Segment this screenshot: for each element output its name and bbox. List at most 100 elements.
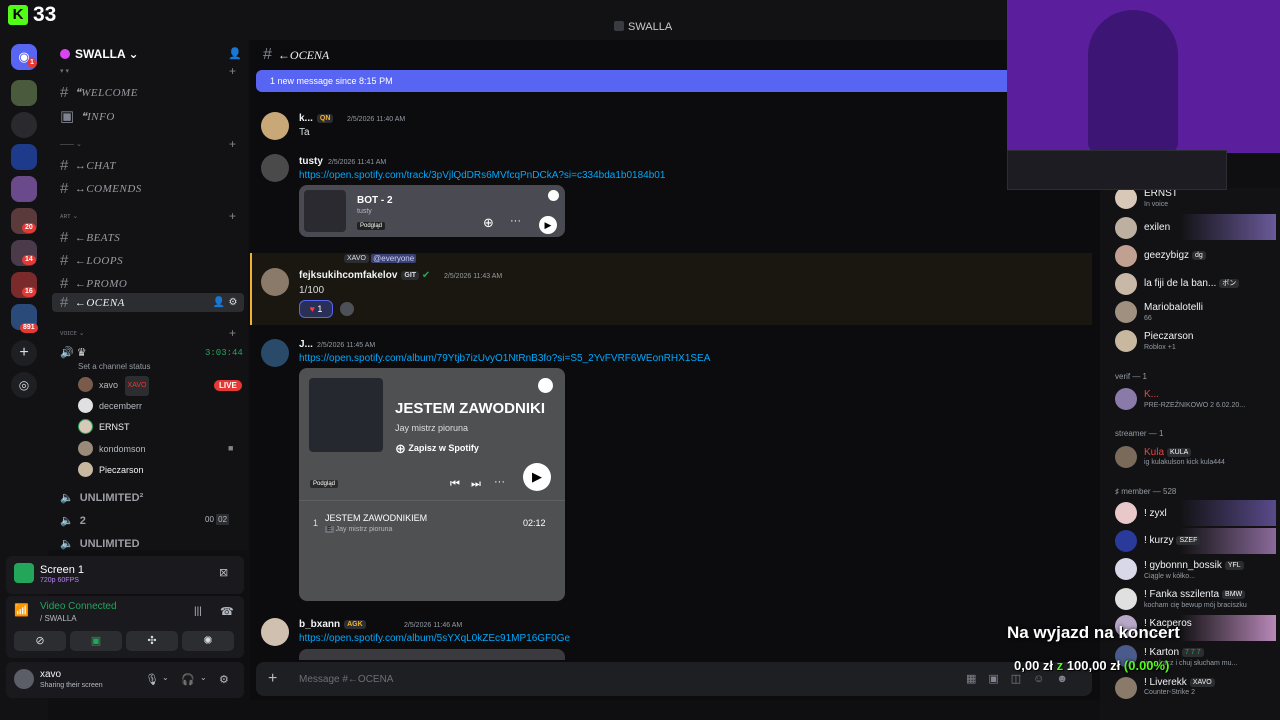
voice-user[interactable]: ERNST	[78, 418, 130, 436]
member-name[interactable]: Mariobalotelli	[1144, 302, 1203, 313]
channel-loops[interactable]: # ←LOOPS	[60, 252, 123, 269]
previous-track-icon[interactable]: ⏮	[450, 478, 460, 491]
next-track-icon[interactable]: ⏭	[471, 478, 481, 491]
microphone-icon[interactable]: 🎙	[145, 673, 159, 686]
member-name[interactable]: ! Fanka sszilenta BMW	[1144, 589, 1246, 600]
add-channel-icon[interactable]: +	[229, 64, 236, 78]
camera-toggle-button[interactable]: ⊘	[14, 631, 66, 651]
add-channel-icon[interactable]: +	[229, 209, 236, 223]
voice-channel-unlimited2[interactable]: 🔈 UNLIMITED²	[60, 491, 143, 504]
everyone-mention[interactable]: @everyone	[371, 254, 417, 263]
server-icon[interactable]	[11, 144, 37, 170]
message-link[interactable]: https://open.spotify.com/album/79Ytjb7iz…	[299, 353, 710, 364]
soundboard-button[interactable]: ✺	[182, 631, 234, 651]
attach-plus-icon[interactable]: +	[268, 670, 277, 688]
noise-suppression-icon[interactable]: |||	[194, 606, 202, 617]
screen-share-button[interactable]: ▣	[70, 631, 122, 651]
voice-connected-channel[interactable]: / SWALLA	[40, 614, 77, 623]
avatar[interactable]	[261, 339, 289, 367]
voice-user[interactable]: xavo XAVO	[78, 376, 150, 396]
voice-channel-2[interactable]: 🔈 2	[60, 514, 86, 527]
category-header[interactable]: ᴀʀᴛ ⌄	[60, 212, 78, 220]
member-name[interactable]: K...	[1144, 389, 1159, 400]
add-channel-icon[interactable]: +	[229, 326, 236, 340]
avatar[interactable]	[1115, 446, 1137, 468]
avatar[interactable]	[14, 669, 34, 689]
category-header[interactable]: —— ⌄	[60, 140, 82, 148]
member-name[interactable]: ! Liverekk XAVO	[1144, 677, 1215, 688]
avatar[interactable]	[1115, 502, 1137, 524]
channel-welcome[interactable]: # ❝WELCOME	[60, 84, 138, 101]
avatar[interactable]	[1115, 301, 1137, 323]
avatar[interactable]	[1115, 330, 1137, 352]
message-link[interactable]: https://open.spotify.com/track/3pVjlQdDR…	[299, 170, 665, 181]
server-icon[interactable]	[11, 176, 37, 202]
member-name[interactable]: Kula KULA	[1144, 447, 1192, 458]
play-button[interactable]: ▶	[539, 216, 557, 234]
message-author[interactable]: k... QN	[299, 113, 334, 124]
add-icon[interactable]: ⊕	[483, 215, 494, 231]
message-author[interactable]: b_bxann AGK	[299, 619, 366, 630]
message-author[interactable]: fejksukihcomfakelov GIT ✔	[299, 270, 430, 281]
server-icon[interactable]	[11, 80, 37, 106]
channel-info[interactable]: ▣ ❝INFO	[60, 107, 115, 125]
chevron-down-icon[interactable]: ⌄	[162, 673, 169, 682]
member-name[interactable]: la fiji de la ban... ボン	[1144, 278, 1240, 289]
voice-user[interactable]: kondomson	[78, 440, 146, 458]
channel-ocena-active[interactable]: # ←OCENA 👤 ⚙	[52, 293, 244, 312]
message-link[interactable]: https://open.spotify.com/album/5sYXqL0kZ…	[299, 633, 570, 644]
avatar[interactable]	[261, 112, 289, 140]
channel-promo[interactable]: # ←PROMO	[60, 275, 127, 292]
channel-settings-icon[interactable]: 👤 ⚙	[213, 293, 238, 312]
input-toolbar-icons[interactable]: ▦▣◫☺☻	[966, 672, 1080, 685]
member-name[interactable]: ! kurzy SZEF	[1144, 535, 1201, 546]
play-button[interactable]: ▶	[523, 463, 551, 491]
avatar[interactable]	[1115, 677, 1137, 699]
avatar[interactable]	[1115, 530, 1137, 552]
add-reaction-icon[interactable]	[340, 302, 354, 316]
avatar[interactable]	[261, 618, 289, 646]
server-name[interactable]: SWALLA ⌄	[60, 47, 139, 61]
reply-reference[interactable]: XAVO @everyone	[340, 254, 417, 263]
invite-icon[interactable]: 👤	[228, 47, 242, 60]
member-name[interactable]: Pieczarson	[1144, 331, 1193, 342]
server-icon[interactable]	[11, 112, 37, 138]
category-header[interactable]: ᴠᴏɪᴄᴇ ⌄	[60, 329, 85, 337]
disconnect-icon[interactable]: ☎	[220, 605, 234, 618]
add-server-icon[interactable]: +	[11, 340, 37, 366]
discover-icon[interactable]: ◎	[11, 372, 37, 398]
save-to-spotify-button[interactable]: ⊕ Zapisz w Spotify	[395, 441, 479, 457]
member-name[interactable]: ! Karton 7 7 7	[1144, 647, 1204, 658]
message-input[interactable]: Message #←OCENA	[299, 674, 393, 685]
chevron-down-icon[interactable]: ⌄	[200, 673, 207, 682]
avatar[interactable]	[1115, 187, 1137, 209]
member-name[interactable]: geezybigz dg	[1144, 250, 1206, 261]
voice-user[interactable]: decemberr	[78, 397, 142, 415]
more-icon[interactable]: ···	[494, 476, 505, 488]
member-name[interactable]: ! gybonnn_bossik YFL	[1144, 560, 1244, 571]
heart-reaction[interactable]: ♥ 1	[299, 300, 333, 318]
avatar[interactable]	[1115, 558, 1137, 580]
voice-channel-unlimited[interactable]: 🔈 UNLIMITED	[60, 537, 140, 550]
settings-gear-icon[interactable]: ⚙	[219, 673, 229, 686]
category-header[interactable]: ▾ ▾	[60, 67, 69, 75]
avatar[interactable]	[1115, 217, 1137, 239]
track-title[interactable]: JESTEM ZAWODNIKIEM	[325, 513, 427, 523]
channel-chat[interactable]: # ↔CHAT	[60, 157, 116, 174]
avatar[interactable]	[1115, 388, 1137, 410]
activities-button[interactable]: ✣	[126, 631, 178, 651]
avatar[interactable]	[1115, 588, 1137, 610]
avatar[interactable]	[261, 268, 289, 296]
channel-beats[interactable]: # ←BEATS	[60, 229, 120, 246]
avatar[interactable]	[1115, 273, 1137, 295]
avatar[interactable]	[1115, 245, 1137, 267]
more-icon[interactable]: ···	[510, 215, 521, 227]
set-channel-status[interactable]: Set a channel status	[78, 362, 151, 371]
member-name[interactable]: exilen	[1144, 222, 1170, 233]
message-author[interactable]: J...	[299, 339, 313, 350]
message-author[interactable]: tusty	[299, 156, 323, 167]
voice-channel-active[interactable]: 🔊 ♛	[60, 346, 87, 359]
add-channel-icon[interactable]: +	[229, 137, 236, 151]
headphones-icon[interactable]: 🎧	[181, 673, 195, 686]
avatar[interactable]	[261, 154, 289, 182]
